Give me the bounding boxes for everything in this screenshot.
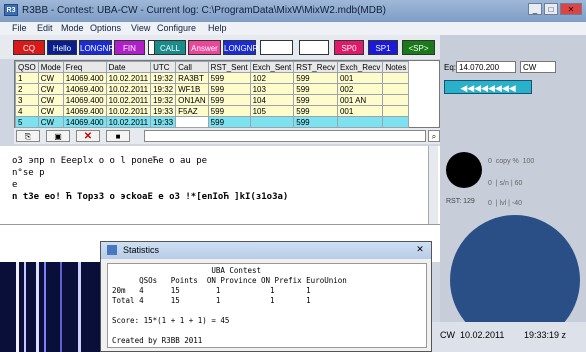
col-rst-sent[interactable]: RST_Sent (207, 61, 251, 73)
menu-bar: File Edit Mode Options View Configure He… (0, 22, 586, 35)
col-utc[interactable]: UTC (150, 61, 177, 73)
menu-view[interactable]: View (131, 23, 150, 33)
save-icon[interactable]: ■ (106, 130, 130, 142)
tune-arrows[interactable]: ◀◀◀◀◀◀◀◀ (444, 80, 532, 94)
status-time: 19:33:19 z (524, 330, 567, 340)
mode-select[interactable]: CW (520, 61, 556, 73)
sn-meter: 0 | s/n | 60 (488, 180, 523, 187)
call-input-cell[interactable] (175, 116, 209, 128)
col-exch-sent[interactable]: Exch_Sent (249, 61, 295, 73)
macro-fin[interactable]: FIN (114, 40, 145, 55)
eq-label: Eq: (444, 63, 457, 72)
macro-call[interactable]: CALL (154, 40, 186, 55)
stats-icon (107, 245, 117, 255)
table-row[interactable]: 2 CW 14069.400 10.02.2011 19:32 WF1B 599 103 599… (15, 83, 410, 95)
rx-text-window[interactable]: o3 эпр n Eeeplx o o l poneЋe o au pe n°s… (0, 146, 440, 224)
rx-line-1: o3 эпр n Eeeplx o o l poneЋe o au pe (12, 156, 208, 166)
macro-sp[interactable]: <SP> (402, 40, 435, 55)
table-row[interactable]: 1 CW 14069.400 10.02.2011 19:32 RA3BT 599 102 59… (15, 72, 410, 84)
rx-line-2: n°se p (12, 168, 45, 178)
right-panel: Eq: 14.070.200 CW ◀◀◀◀◀◀◀◀ 0 copy % 100 … (440, 35, 586, 352)
macro-empty-2[interactable] (260, 40, 293, 55)
col-notes[interactable]: Notes (382, 61, 410, 73)
macro-sp1[interactable]: SP1 (368, 40, 398, 55)
search-input[interactable] (144, 130, 426, 142)
menu-edit[interactable]: Edit (37, 23, 53, 33)
close-button[interactable]: ✕ (560, 3, 582, 15)
rst-readout: RST: 129 (446, 198, 475, 205)
macro-cq[interactable]: CQ (13, 40, 45, 55)
rx-scrollbar[interactable] (428, 146, 438, 224)
col-mode[interactable]: Mode (37, 61, 64, 73)
delete-icon[interactable]: ✕ (76, 130, 100, 142)
macro-hello[interactable]: Hello (47, 40, 77, 55)
waterfall-display[interactable] (0, 262, 100, 352)
menu-mode[interactable]: Mode (61, 23, 84, 33)
macro-longnr[interactable]: LONGNR (79, 40, 114, 55)
col-rst-recv[interactable]: RST_Recv (293, 61, 338, 73)
macro-longnr-2[interactable]: LONGNR (223, 40, 258, 55)
col-qso[interactable]: QSO (15, 61, 39, 73)
macro-empty-3[interactable] (299, 40, 329, 55)
minimize-button[interactable]: _ (528, 3, 542, 15)
macro-sp0[interactable]: SP0 (334, 40, 364, 55)
tuning-scope-icon (446, 152, 482, 188)
table-row[interactable]: 3 CW 14069.400 10.02.2011 19:32 ON1AN 599 104 59… (15, 94, 410, 106)
rx-line-4: n t3e eo! Ћ Topз3 o эckoaE e o3 !*[enIoЋ… (12, 192, 289, 202)
col-exch-recv[interactable]: Exch_Recv (336, 61, 384, 73)
maximize-button[interactable]: □ (544, 3, 558, 15)
copy-icon[interactable]: ⎘ (16, 130, 40, 142)
frequency-select[interactable]: 14.070.200 (456, 61, 516, 73)
table-row-selected[interactable]: 5 CW 14069.400 10.02.2011 19:33 599 599 (15, 116, 410, 128)
copy-meter: 0 copy % 100 (488, 158, 535, 165)
col-call[interactable]: Call (175, 61, 209, 73)
image-icon[interactable]: ▣ (46, 130, 70, 142)
close-icon[interactable]: ✕ (413, 244, 427, 256)
statistics-titlebar: Statistics ✕ (101, 242, 431, 259)
log-grid: QSO Mode Freq Date UTC Call RST_Sent Exc… (14, 60, 440, 128)
macro-answer[interactable]: Answer (188, 40, 221, 55)
log-table: QSO Mode Freq Date UTC Call RST_Sent Exc… (15, 61, 410, 128)
statistics-text: UBA Contest QSOs Points ON Province ON P… (107, 263, 427, 348)
menu-options[interactable]: Options (90, 23, 121, 33)
app-icon: R3 (4, 4, 18, 16)
table-row[interactable]: 4 CW 14069.400 10.02.2011 19:33 F5AZ 599 105 599… (15, 105, 410, 117)
status-date: 10.02.2011 (460, 330, 505, 340)
search-icon[interactable]: ⌕ (428, 130, 440, 142)
menu-configure[interactable]: Configure (157, 23, 196, 33)
statistics-title: Statistics (123, 245, 160, 255)
status-bar: CW 10.02.2011 19:33:19 z (432, 322, 586, 352)
window-title: R3BB - Contest: UBA-CW - Current log: C:… (22, 5, 386, 16)
menu-help[interactable]: Help (208, 23, 227, 33)
col-date[interactable]: Date (105, 61, 152, 73)
lvl-meter: 0 | lvl | -40 (488, 200, 522, 207)
statistics-dialog: Statistics ✕ UBA Contest QSOs Points ON … (100, 241, 432, 352)
status-mode: CW (440, 330, 455, 340)
menu-file[interactable]: File (12, 23, 27, 33)
title-bar: R3 R3BB - Contest: UBA-CW - Current log:… (0, 0, 586, 22)
rx-line-3: e (12, 180, 18, 190)
col-freq[interactable]: Freq (62, 61, 107, 73)
